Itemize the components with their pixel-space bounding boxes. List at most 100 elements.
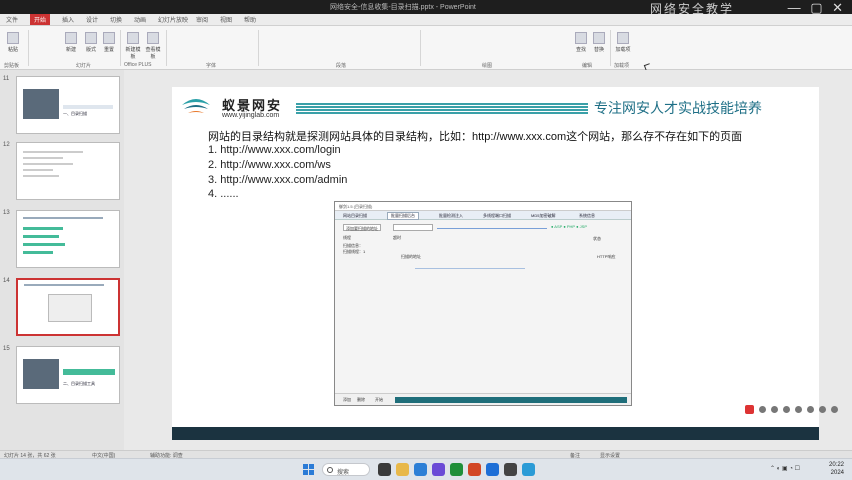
tab-file[interactable]: 文件 xyxy=(6,15,18,24)
group-addins: 加载项 xyxy=(614,63,630,69)
tab-transitions[interactable]: 切换 xyxy=(110,15,122,24)
find-button[interactable]: 查找 xyxy=(572,32,590,58)
tab-design[interactable]: 设计 xyxy=(86,15,98,24)
task-view-icon[interactable] xyxy=(378,463,391,476)
tab-view[interactable]: 视图 xyxy=(220,15,232,24)
addins-icon xyxy=(617,32,629,44)
app-tab: 批量检测注入 xyxy=(439,213,463,218)
reset-button[interactable]: 重置 xyxy=(100,32,118,58)
reset-icon xyxy=(103,32,115,44)
tools-icon[interactable] xyxy=(819,406,826,413)
title-bar: 网络安全-信息收集-目录扫描.pptx - PowerPoint 网络安全教学 … xyxy=(0,0,852,16)
group-officeplus: Office PLUS xyxy=(124,62,152,68)
slide-number: 14 xyxy=(3,278,10,284)
start-windows-icon[interactable] xyxy=(303,464,314,475)
app-tab: MD5加密破解 xyxy=(531,213,556,218)
addins-button[interactable]: 加载项 xyxy=(614,32,632,58)
decorative-stripes xyxy=(296,103,588,115)
app-tab-active: 批量扫描后台 xyxy=(387,212,419,220)
illustration xyxy=(23,359,59,389)
tab-animations[interactable]: 动画 xyxy=(134,15,146,24)
floating-toolbar[interactable] xyxy=(745,404,845,418)
powerpoint-icon[interactable] xyxy=(468,463,481,476)
taskbar: 搜索 ⌃ ◐ ▣ ◔ ☐ 20:22 2024 xyxy=(0,458,852,480)
slide-thumbnail[interactable]: 二、目录扫描工具 xyxy=(16,346,120,404)
slide-canvas[interactable]: 蚁景网安 www.yijinglab.com 专注网安人才实战技能培养 网站的目… xyxy=(172,87,819,440)
company-logo-icon xyxy=(182,99,210,113)
terminal-icon[interactable] xyxy=(504,463,517,476)
group-font: 字体 xyxy=(206,63,217,69)
slide-footer-bar xyxy=(172,427,819,440)
qq-icon[interactable] xyxy=(522,463,535,476)
status-bar: 幻灯片 14 张，共 62 张 中文(中国) 辅助功能: 调查 备注 显示设置 xyxy=(0,450,852,459)
paste-button[interactable]: 粘贴 xyxy=(4,32,22,58)
file-explorer-icon[interactable] xyxy=(396,463,409,476)
list-item: 4. ...... xyxy=(208,188,239,200)
emoji-icon[interactable] xyxy=(795,406,802,413)
keyboard-icon[interactable] xyxy=(783,406,790,413)
paste-icon xyxy=(7,32,19,44)
microphone-icon[interactable] xyxy=(771,406,778,413)
slide-number: 12 xyxy=(3,142,10,148)
ribbon-tabs: 文件 开始 插入 设计 切换 动画 幻灯片放映 审阅 视图 帮助 xyxy=(0,14,852,26)
replace-icon xyxy=(593,32,605,44)
skin-icon[interactable] xyxy=(807,406,814,413)
scan-progress-bar xyxy=(395,397,627,403)
app-tabs: 网站目录扫描 批量扫描后台 批量检测注入 多线程端口扫描 MD5加密破解 系统信… xyxy=(335,211,631,220)
logo-url: www.yijinglab.com xyxy=(222,112,280,119)
app-tab: 系统信息 xyxy=(579,213,595,218)
group-editing: 编辑 xyxy=(582,63,593,69)
new-template-button[interactable]: 新建模板 xyxy=(124,32,142,60)
slide-thumbnail[interactable]: 一、目录扫描 xyxy=(16,76,120,134)
slogan: 专注网安人才实战技能培养 xyxy=(594,100,762,116)
find-icon xyxy=(575,32,587,44)
group-slides: 幻灯片 xyxy=(76,63,92,69)
layout-button[interactable]: 版式 xyxy=(82,32,100,58)
template-icon xyxy=(127,32,139,44)
group-clipboard: 剪贴板 xyxy=(4,63,20,69)
tray-icons[interactable]: ⌃ ◐ ▣ ◔ ☐ xyxy=(770,465,800,472)
replace-button[interactable]: 替换 xyxy=(590,32,608,58)
ribbon: 粘贴 新建 版式 重置 新建模板 查看模板 查找 替换 加载项 剪贴板 幻灯片 … xyxy=(0,26,852,70)
group-drawing: 绘图 xyxy=(482,63,493,69)
list-item: 3. http://www.xxx.com/admin xyxy=(208,174,348,186)
app-icon[interactable] xyxy=(486,463,499,476)
tab-insert[interactable]: 插入 xyxy=(62,15,74,24)
slide-number: 11 xyxy=(3,76,10,82)
window-title: 网络安全-信息收集-目录扫描.pptx - PowerPoint xyxy=(330,4,476,11)
toolbar-dot-icon[interactable] xyxy=(759,406,766,413)
menu-icon[interactable] xyxy=(831,406,838,413)
tab-help[interactable]: 帮助 xyxy=(244,15,256,24)
store-icon[interactable] xyxy=(432,463,445,476)
slide-thumbnail[interactable] xyxy=(16,142,120,200)
slide-number: 15 xyxy=(3,346,10,352)
add-target-button: 添加要扫描的地址 xyxy=(343,224,381,231)
tab-review[interactable]: 审阅 xyxy=(196,15,208,24)
list-item: 1. http://www.xxx.com/login xyxy=(208,144,341,156)
edge-icon[interactable] xyxy=(414,463,427,476)
view-template-button[interactable]: 查看模板 xyxy=(144,32,162,60)
tab-home[interactable]: 开始 xyxy=(30,14,51,25)
list-item: 2. http://www.xxx.com/ws xyxy=(208,159,331,171)
slide-thumbnail-panel[interactable]: 11 一、目录扫描 12 13 14 15 二、目录扫描工具 xyxy=(0,70,124,450)
slide-thumbnail[interactable] xyxy=(16,210,120,268)
app-title: 御剑1.5 (目录扫描) xyxy=(335,202,631,211)
app-tab: 网站目录扫描 xyxy=(343,213,367,218)
app-bottom-bar: 添加 删除 开始 xyxy=(335,393,631,405)
illustration xyxy=(23,89,59,119)
group-paragraph: 段落 xyxy=(336,63,347,69)
clock[interactable]: 20:22 2024 xyxy=(829,461,844,477)
new-slide-button[interactable]: 新建 xyxy=(62,32,80,58)
layout-icon xyxy=(85,32,97,44)
slide-thumbnail-selected[interactable] xyxy=(16,278,120,336)
slide-heading: 网站的目录结构就是探测网站具体的目录结构，比如：http://www.xxx.c… xyxy=(208,131,743,143)
new-slide-icon xyxy=(65,32,77,44)
tab-slideshow[interactable]: 幻灯片放映 xyxy=(158,15,188,24)
template-view-icon xyxy=(147,32,159,44)
input-method-icon[interactable] xyxy=(745,405,754,414)
taskbar-search[interactable]: 搜索 xyxy=(322,463,370,476)
wechat-icon[interactable] xyxy=(450,463,463,476)
search-icon xyxy=(327,467,333,473)
app-tab: 多线程端口扫描 xyxy=(483,213,511,218)
slide-number: 13 xyxy=(3,210,10,216)
